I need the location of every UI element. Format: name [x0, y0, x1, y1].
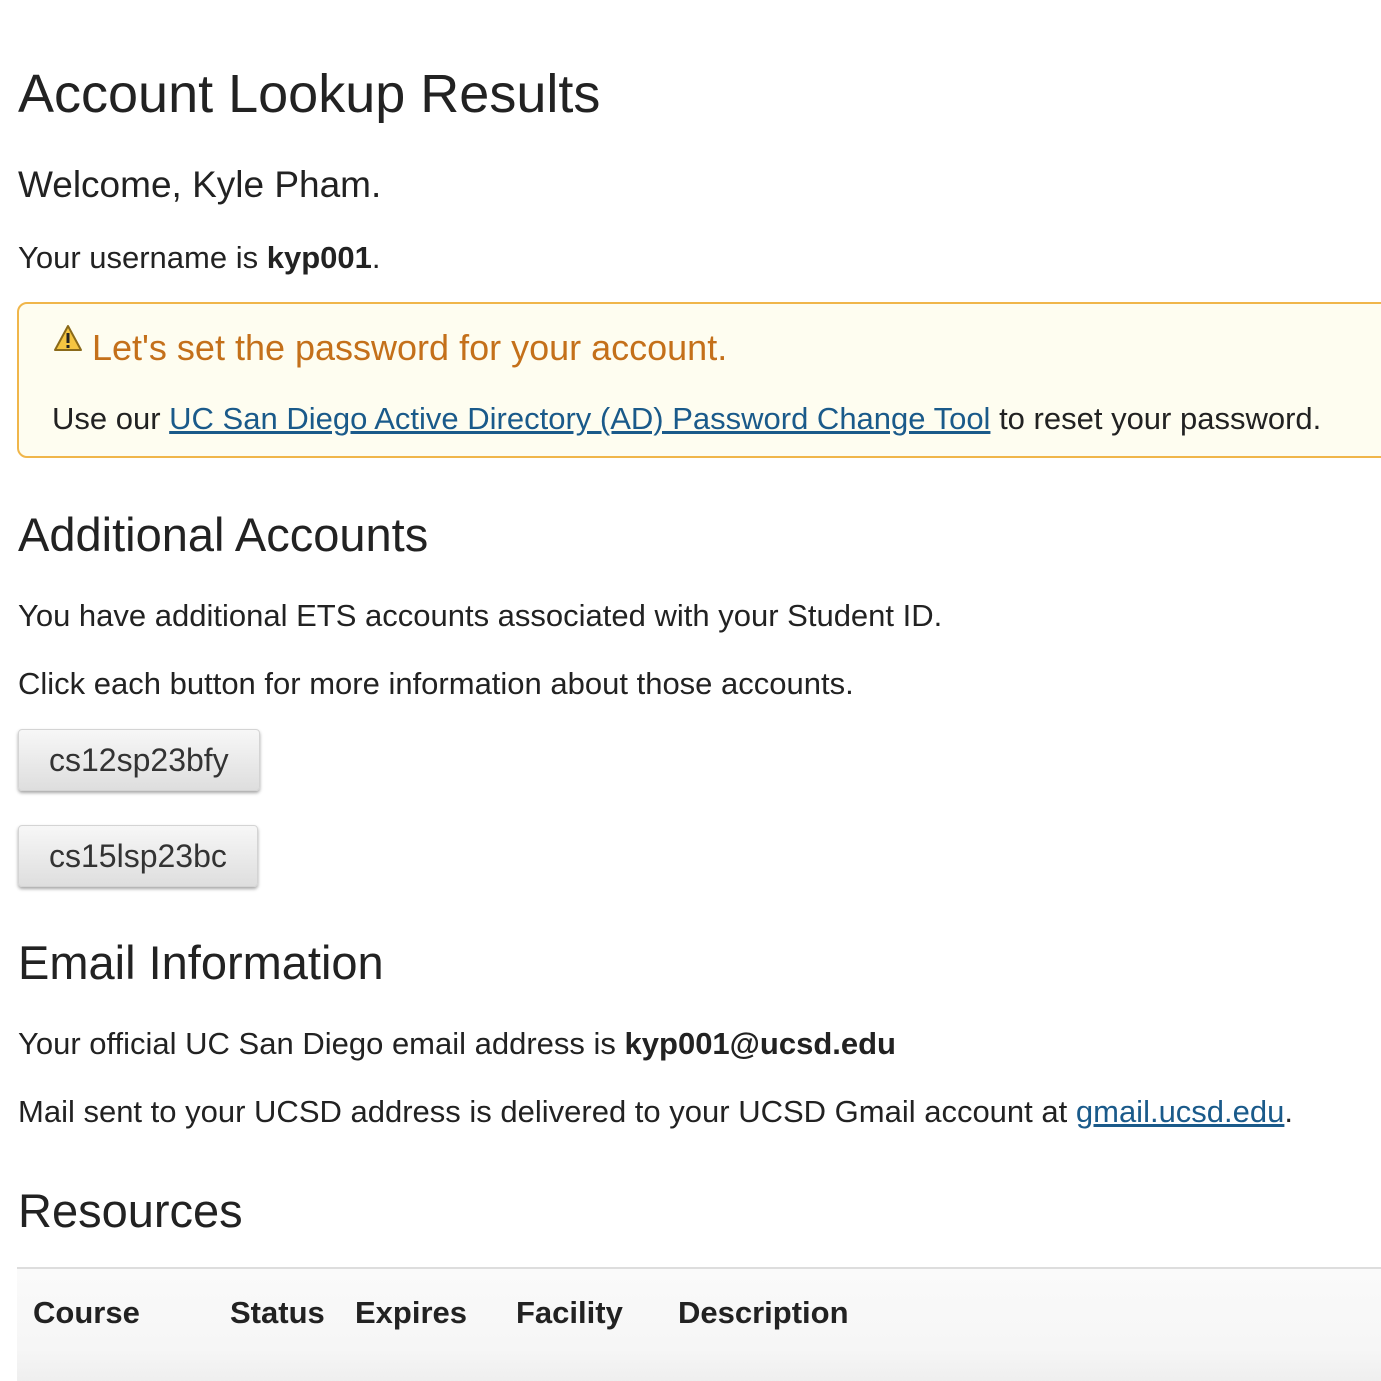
email-information-heading: Email Information [18, 936, 384, 989]
column-header-status[interactable]: Status [230, 1293, 325, 1333]
additional-accounts-heading: Additional Accounts [18, 508, 429, 561]
resources-table: Course Status Expires Facility Descripti… [17, 1267, 1381, 1381]
welcome-message: Welcome, Kyle Pham. [18, 164, 382, 205]
username-suffix: . [371, 240, 381, 275]
account-button-cs12sp23bfy[interactable]: cs12sp23bfy [18, 729, 260, 791]
column-header-expires[interactable]: Expires [355, 1293, 467, 1333]
email-address-value: kyp001@ucsd.edu [624, 1026, 896, 1061]
account-button-cs15lsp23bc[interactable]: cs15lsp23bc [18, 825, 258, 887]
email-address-line: Your official UC San Diego email address… [18, 1024, 896, 1064]
resources-heading: Resources [18, 1184, 243, 1237]
warning-icon [54, 325, 82, 351]
alert-body: Use our UC San Diego Active Directory (A… [52, 399, 1321, 439]
column-header-facility[interactable]: Facility [516, 1293, 623, 1333]
alert-body-prefix: Use our [52, 401, 170, 436]
page-title: Account Lookup Results [18, 64, 601, 124]
column-header-description[interactable]: Description [678, 1293, 849, 1333]
username-value: kyp001 [266, 240, 372, 275]
email-address-prefix: Your official UC San Diego email address… [18, 1026, 625, 1061]
username-prefix: Your username is [18, 240, 267, 275]
alert-title: Let's set the password for your account. [92, 327, 728, 368]
gmail-line-prefix: Mail sent to your UCSD address is delive… [18, 1094, 1076, 1129]
username-line: Your username is kyp001. [18, 238, 380, 278]
alert-body-suffix: to reset your password. [990, 401, 1322, 436]
password-alert: Let's set the password for your account.… [17, 302, 1381, 458]
password-change-tool-link[interactable]: UC San Diego Active Directory (AD) Passw… [169, 401, 990, 436]
column-header-course[interactable]: Course [33, 1293, 140, 1333]
additional-accounts-line2: Click each button for more information a… [18, 666, 854, 701]
additional-accounts-line1: You have additional ETS accounts associa… [18, 598, 943, 633]
gmail-line-suffix: . [1284, 1094, 1294, 1129]
gmail-line: Mail sent to your UCSD address is delive… [18, 1092, 1293, 1132]
gmail-link[interactable]: gmail.ucsd.edu [1076, 1094, 1285, 1129]
